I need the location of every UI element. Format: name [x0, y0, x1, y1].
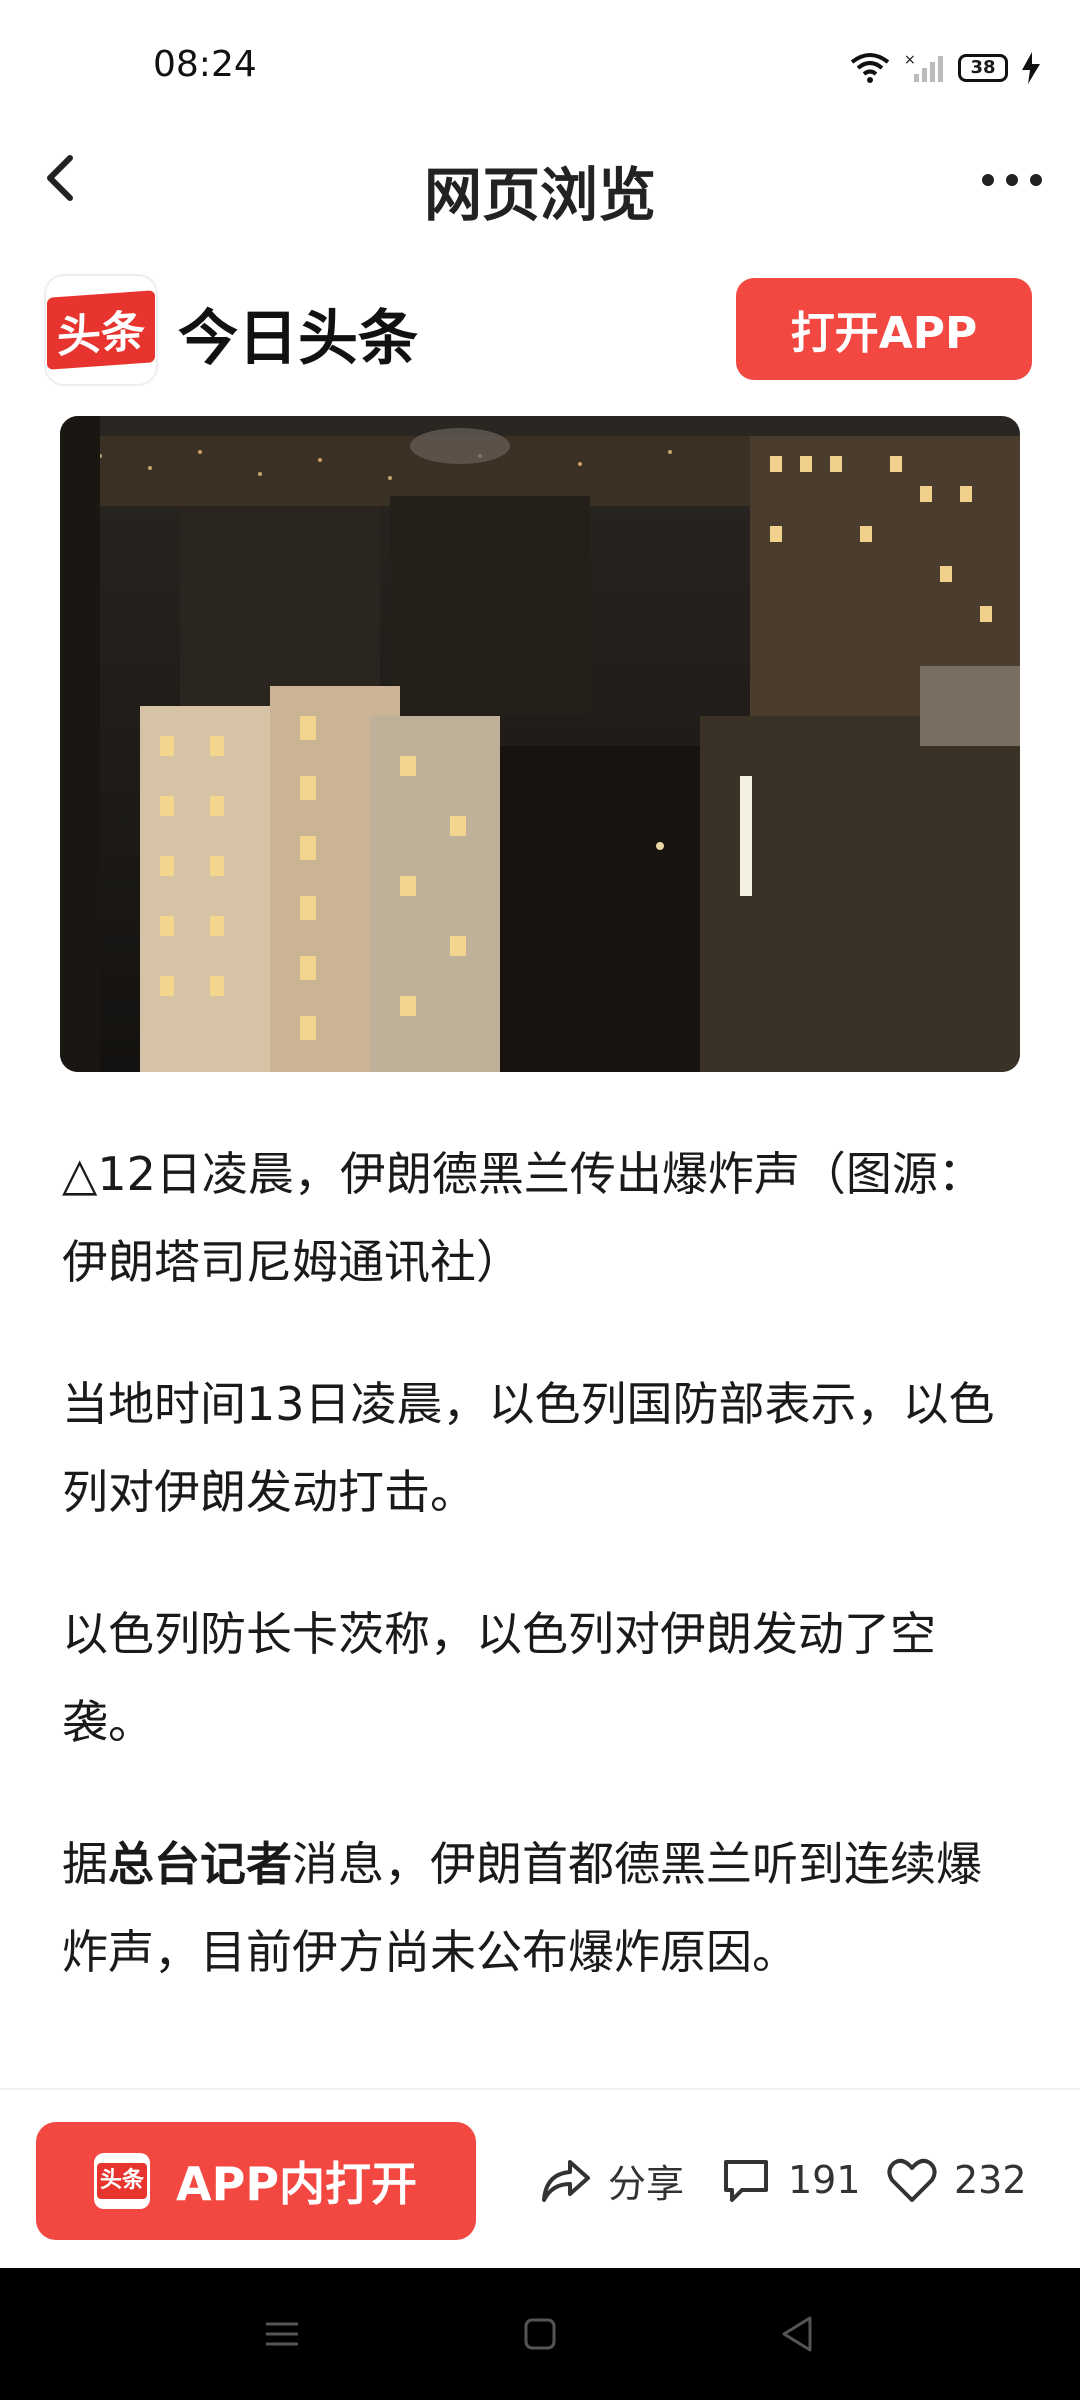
charging-icon: [1022, 52, 1040, 84]
menu-icon[interactable]: [258, 2310, 306, 2358]
brand-name: 今日头条: [178, 304, 418, 374]
more-dots-icon: [982, 174, 994, 186]
bottom-action-bar: 头条 APP内打开 分享 191 232: [0, 2088, 1080, 2270]
article-paragraph: 以色列防长卡茨称，以色列对伊朗发动了空袭。: [62, 1607, 936, 1749]
svg-text:×: ×: [904, 52, 916, 68]
app-logo-small: 头条: [94, 2153, 150, 2209]
share-label: 分享: [608, 2161, 685, 2206]
wifi-icon: [850, 53, 890, 83]
page-title: 网页浏览: [423, 161, 656, 229]
status-bar: 08:24 × 38: [0, 0, 1080, 130]
article-hero-image: [60, 416, 1020, 1072]
home-icon[interactable]: [516, 2310, 564, 2358]
open-app-button[interactable]: 打开APP: [736, 278, 1032, 380]
status-time: 08:24: [153, 44, 257, 85]
comment-icon: [724, 2160, 768, 2202]
nav-bar: 网页浏览: [0, 130, 1080, 230]
comment-count: 191: [788, 2158, 861, 2202]
app-logo-badge: 头条: [47, 290, 155, 370]
status-icons: × 38: [850, 48, 1040, 88]
image-caption: △12日凌晨，伊朗德黑兰传出爆炸声（图源：伊朗塔司尼姆通讯社）: [62, 1147, 984, 1289]
share-icon: [542, 2160, 590, 2202]
article-body: △12日凌晨，伊朗德黑兰传出爆炸声（图源：伊朗塔司尼姆通讯社） 当地时间13日凌…: [62, 1130, 1022, 2050]
system-nav-bar: [0, 2268, 1080, 2400]
like-count: 232: [954, 2158, 1027, 2202]
share-button[interactable]: 分享: [538, 2142, 684, 2218]
signal-icon: ×: [904, 52, 943, 82]
heart-icon: [887, 2158, 937, 2202]
open-in-app-label: APP内打开: [176, 2157, 418, 2211]
bold-source: 总台记者: [108, 1837, 292, 1891]
back-triangle-icon[interactable]: [774, 2310, 822, 2358]
open-in-app-button[interactable]: 头条 APP内打开: [36, 2122, 476, 2240]
battery-level: 38: [958, 54, 1008, 82]
article-paragraph: 据总台记者消息，伊朗首都德黑兰听到连续爆炸声，目前伊方尚未公布爆炸原因。: [62, 1837, 982, 1979]
brand-header: 头条 今日头条 打开APP: [0, 270, 1080, 390]
app-logo: 头条: [46, 276, 156, 384]
comment-button[interactable]: 191: [718, 2142, 861, 2218]
more-button[interactable]: [964, 152, 1060, 208]
article-paragraph: 当地时间13日凌晨，以色列国防部表示，以色列对伊朗发动打击。: [62, 1377, 995, 1519]
like-button[interactable]: 232: [884, 2142, 1027, 2218]
